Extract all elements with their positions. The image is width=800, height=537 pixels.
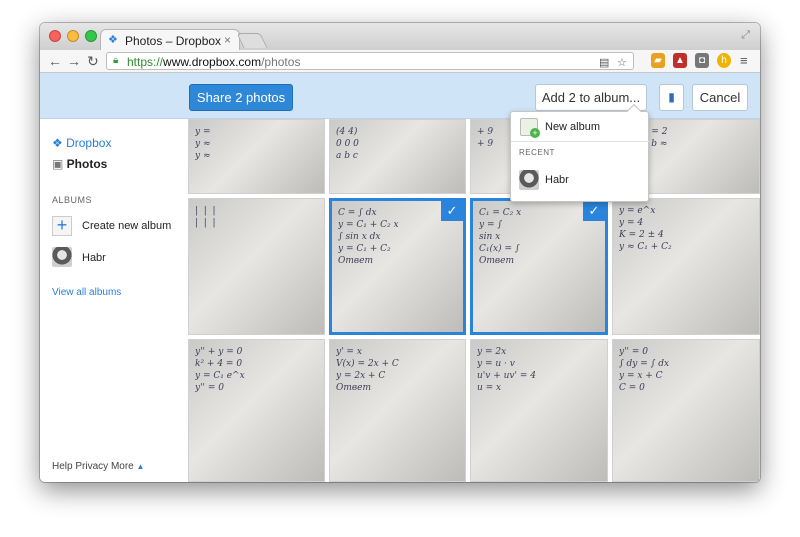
lock-icon: 🔒︎ <box>113 55 119 66</box>
cancel-button[interactable]: Cancel <box>692 84 748 111</box>
photo-thumbnail[interactable]: y = e^x y = 4 K = 2 ± 4 y ≈ C₁ + C₂ <box>612 198 760 335</box>
delete-button[interactable]: ▮ <box>659 84 684 111</box>
tab-title: Photos – Dropbox <box>125 34 222 48</box>
photo-thumbnail[interactable]: (4 4) 0 0 0 a b c <box>329 119 466 194</box>
extension-hat-icon[interactable]: ▲ <box>673 53 687 68</box>
close-window-button[interactable] <box>49 30 61 42</box>
dropbox-logo-icon: ❖ <box>52 136 67 150</box>
triangle-up-icon[interactable]: ▲ <box>137 462 145 471</box>
extension-robot-icon[interactable]: ◘ <box>695 53 709 68</box>
privacy-link[interactable]: Privacy <box>75 461 108 472</box>
albums-heading: ALBUMS <box>52 195 93 205</box>
url-scheme: https:// <box>127 55 164 69</box>
photo-thumbnail[interactable]: y = y ≈ y ≈ <box>188 119 325 194</box>
sidebar-item-label: Dropbox <box>66 136 112 150</box>
back-icon[interactable]: ← <box>48 53 62 69</box>
photo-thumbnail[interactable]: y = 2x y = u · v u'v + uv' = 4 u = x <box>470 339 608 482</box>
album-habr-link[interactable]: Habr <box>82 252 106 264</box>
photo-thumbnail-selected[interactable]: C₁ = C₂ x y = ∫ sin x C₁(x) = ∫ Ответ ✓ <box>470 198 608 335</box>
tab-photos[interactable]: ❖ Photos – Dropbox × <box>100 29 240 50</box>
browser-toolbar: ← → ↻ 🔒︎ https://www.dropbox.com/photos … <box>40 50 760 73</box>
url-path: /photos <box>261 55 301 69</box>
photo-thumbnail[interactable]: y' = x V(x) = 2x + C y = 2x + C Ответ <box>329 339 466 482</box>
dropbox-favicon-icon: ❖ <box>108 34 118 46</box>
new-album-label: New album <box>545 121 601 133</box>
sidebar-item-dropbox[interactable]: ❖ Dropbox <box>52 136 111 150</box>
photo-grid: y = y ≈ y ≈ (4 4) 0 0 0 a b c + 9 + 9 a … <box>188 119 760 482</box>
reload-icon[interactable]: ↻ <box>87 53 99 69</box>
fullscreen-icon[interactable]: ⤢ <box>741 29 750 42</box>
recent-heading: RECENT <box>519 148 555 157</box>
sidebar: ❖ Dropbox ▣ Photos ALBUMS + Create new a… <box>40 119 188 482</box>
extension-h-icon[interactable]: h <box>717 53 731 68</box>
photo-thumbnail[interactable]: y'' = 0 ∫ dy = ∫ dx y = x + C C = 0 <box>612 339 760 482</box>
photo-thumbnail[interactable]: y'' + y = 0 k² + 4 = 0 y = C₁ e^x y'' = … <box>188 339 325 482</box>
forward-icon[interactable]: → <box>67 53 81 69</box>
recent-album-label: Habr <box>545 174 569 186</box>
menu-icon[interactable]: ≡ <box>740 53 748 69</box>
checkmark-icon[interactable]: ✓ <box>441 201 463 221</box>
address-bar[interactable]: 🔒︎ https://www.dropbox.com/photos ▤ ☆ <box>106 52 634 70</box>
sidebar-item-label: Photos <box>66 157 108 171</box>
view-all-albums-link[interactable]: View all albums <box>52 287 121 298</box>
url-host: www.dropbox.com <box>163 55 262 69</box>
sidebar-item-photos[interactable]: ▣ Photos <box>52 157 107 171</box>
photo-thumbnail-selected[interactable]: C = ∫ dx y = C₁ + C₂ x ∫ sin x dx y = C₁… <box>329 198 466 335</box>
plus-icon[interactable]: + <box>52 216 72 236</box>
selection-action-bar: Share 2 photos Add 2 to album... ▮ Cance… <box>40 73 760 119</box>
recent-album-item[interactable]: Habr <box>511 164 650 200</box>
help-link[interactable]: Help <box>52 461 73 472</box>
create-album-link[interactable]: Create new album <box>82 220 171 232</box>
footer-links: Help Privacy More ▲ <box>52 461 144 472</box>
bookmark-star-icon[interactable]: ☆ <box>617 56 627 69</box>
new-album-menu-item[interactable]: + New album <box>511 112 650 142</box>
add-to-album-menu: + New album RECENT Habr <box>510 103 650 202</box>
new-tab-button[interactable] <box>236 33 268 48</box>
extension-folder-icon[interactable]: ▰ <box>651 53 665 68</box>
album-habr-thumbnail <box>519 170 539 190</box>
more-link[interactable]: More <box>111 461 134 472</box>
new-album-icon: + <box>520 118 540 138</box>
checkmark-icon[interactable]: ✓ <box>583 201 605 221</box>
trash-icon: ▮ <box>668 90 675 104</box>
photo-thumbnail[interactable]: | | | | | | <box>188 198 325 335</box>
close-tab-icon[interactable]: × <box>224 33 231 47</box>
reader-icon[interactable]: ▤ <box>599 56 609 69</box>
tab-strip: ❖ Photos – Dropbox × ⤢ <box>40 23 760 50</box>
share-photos-button[interactable]: Share 2 photos <box>189 84 293 111</box>
browser-window: ❖ Photos – Dropbox × ⤢ ← → ↻ 🔒︎ https://… <box>40 23 760 482</box>
photos-icon: ▣ <box>52 157 67 171</box>
minimize-window-button[interactable] <box>67 30 79 42</box>
maximize-window-button[interactable] <box>85 30 97 42</box>
album-thumbnail[interactable] <box>52 247 72 267</box>
